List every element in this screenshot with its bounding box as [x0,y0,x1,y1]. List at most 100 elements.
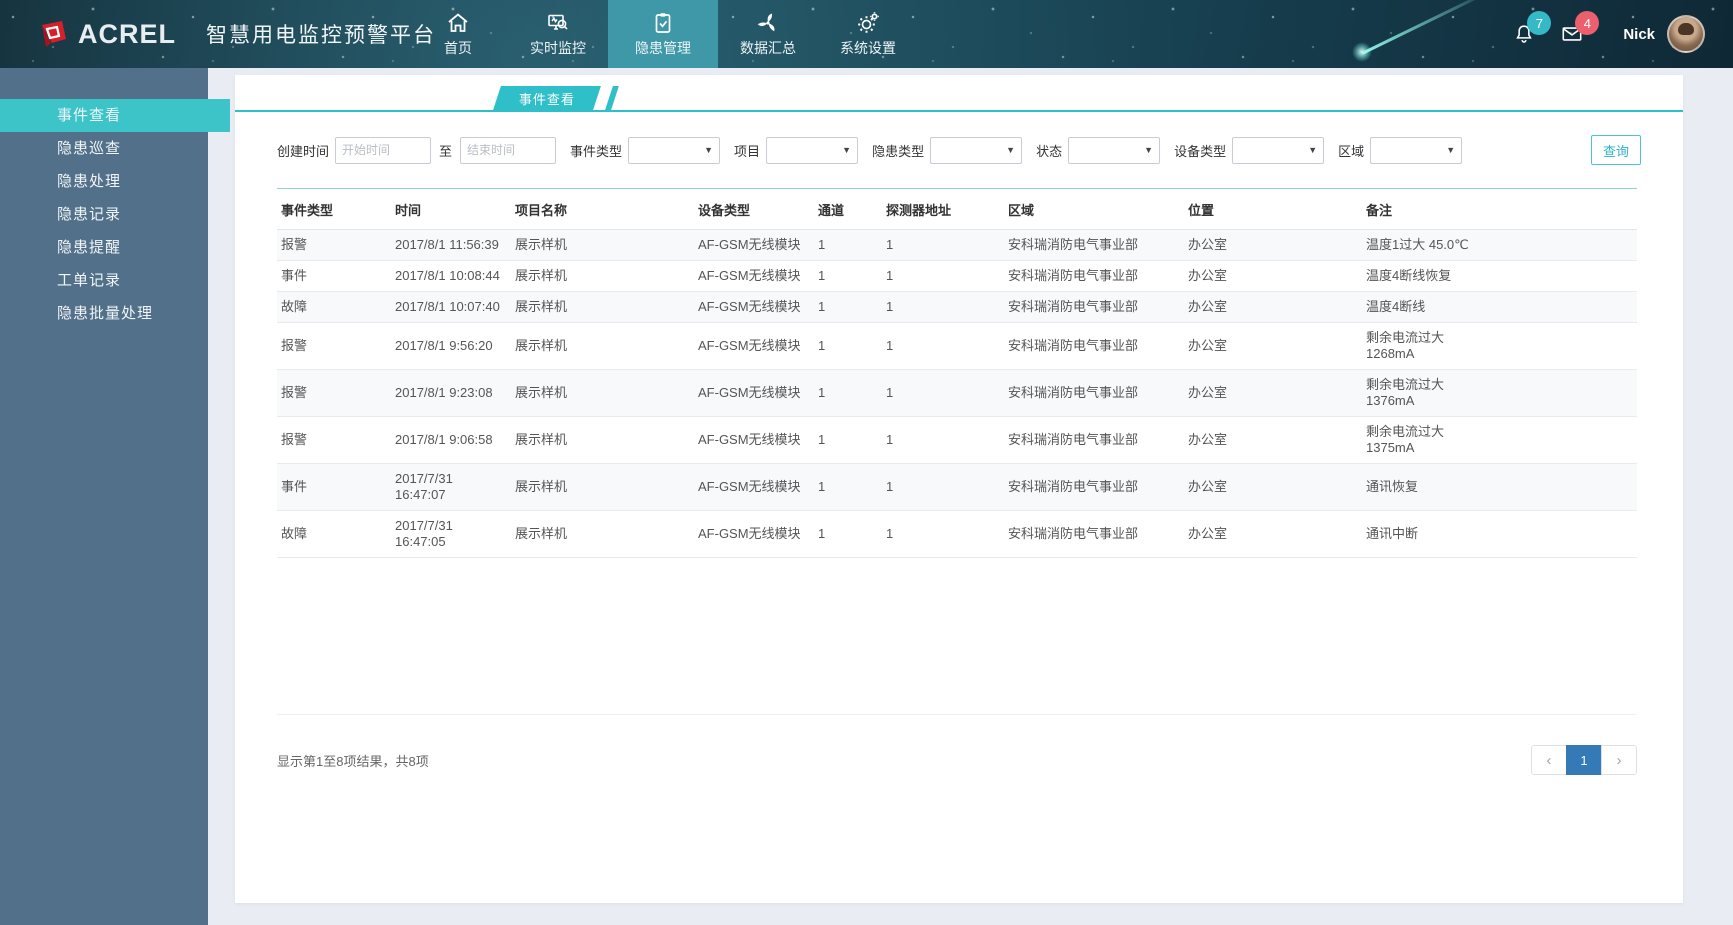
table-cell: 温度4断线恢复 [1362,261,1637,292]
nav-item-system-settings[interactable]: 系统设置 [818,0,918,68]
nav-item-realtime-monitor[interactable]: 实时监控 [508,0,608,68]
table-cell: 1 [882,323,1004,370]
table-cell: 办公室 [1184,323,1362,370]
table-row: 报警2017/8/1 11:56:39展示样机AF-GSM无线模块11安科瑞消防… [277,230,1637,261]
message-count-badge: 4 [1575,11,1599,35]
table-cell: 展示样机 [511,323,694,370]
top-header: ACREL 智慧用电监控预警平台 首页 实时监控 隐患管理 [0,0,1733,68]
table-cell: 办公室 [1184,230,1362,261]
table-cell: 展示样机 [511,230,694,261]
comet-graphic [1361,0,1497,55]
user-name: Nick [1623,26,1655,43]
table-empty-space [235,558,1683,714]
table-cell: 安科瑞消防电气事业部 [1004,230,1184,261]
hazard-type-select[interactable]: ▼ [930,137,1022,164]
brand[interactable]: ACREL 智慧用电监控预警平台 [38,0,436,68]
table-cell: AF-GSM无线模块 [694,261,814,292]
sidebar-item-hazard-inspection[interactable]: 隐患巡查 [0,132,208,165]
table-row: 故障2017/8/1 10:07:40展示样机AF-GSM无线模块11安科瑞消防… [277,292,1637,323]
logo-text: ACREL [78,19,176,50]
table-cell: 安科瑞消防电气事业部 [1004,261,1184,292]
table-cell: 剩余电流过大 1268mA [1362,323,1637,370]
table-cell: 2017/8/1 10:07:40 [391,292,511,323]
table-cell: 通讯恢复 [1362,464,1637,511]
col-location: 位置 [1184,189,1362,230]
nav-item-data-summary[interactable]: 数据汇总 [718,0,818,68]
sidebar-item-event-view[interactable]: 事件查看 [0,99,230,132]
event-type-select[interactable]: ▼ [628,137,720,164]
table-cell: 剩余电流过大 1376mA [1362,370,1637,417]
sidebar-item-hazard-reminder[interactable]: 隐患提醒 [0,231,208,264]
sidebar-item-hazard-handling[interactable]: 隐患处理 [0,165,208,198]
col-detector-address: 探测器地址 [882,189,1004,230]
table-cell: 报警 [277,417,391,464]
device-type-select[interactable]: ▼ [1232,137,1324,164]
table-cell: AF-GSM无线模块 [694,511,814,558]
table-cell: 1 [814,292,882,323]
table-cell: 2017/8/1 9:56:20 [391,323,511,370]
start-time-input[interactable] [335,137,431,164]
messages-button[interactable]: 4 [1561,23,1583,45]
tab-event-view[interactable]: 事件查看 [493,86,601,110]
table-cell: 事件 [277,261,391,292]
sidebar-item-hazard-batch[interactable]: 隐患批量处理 [0,297,208,330]
area-select[interactable]: ▼ [1370,137,1462,164]
gears-icon [856,11,880,35]
table-cell: 报警 [277,370,391,417]
filter-toolbar: 创建时间 至 事件类型 ▼ 项目 ▼ 隐患类型 ▼ 状态 ▼ 设备类型 ▼ 区域… [235,112,1683,188]
table-cell: AF-GSM无线模块 [694,230,814,261]
query-button[interactable]: 查询 [1591,135,1641,165]
col-channel: 通道 [814,189,882,230]
chevron-down-icon: ▼ [1006,145,1015,155]
sidebar: 事件查看 隐患巡查 隐患处理 隐患记录 隐患提醒 工单记录 隐患批量处理 [0,68,208,925]
table-cell: 办公室 [1184,464,1362,511]
table-cell: 1 [814,261,882,292]
end-time-input[interactable] [460,137,556,164]
table-cell: 安科瑞消防电气事业部 [1004,370,1184,417]
next-page-button[interactable]: › [1601,745,1637,775]
table-cell: 故障 [277,511,391,558]
footer-divider [277,714,1637,715]
table-row: 报警2017/8/1 9:06:58展示样机AF-GSM无线模块11安科瑞消防电… [277,417,1637,464]
table-cell: 展示样机 [511,370,694,417]
table-cell: AF-GSM无线模块 [694,323,814,370]
table-cell: AF-GSM无线模块 [694,370,814,417]
notifications-button[interactable]: 7 [1513,23,1535,45]
table-cell: 1 [882,230,1004,261]
sidebar-item-work-orders[interactable]: 工单记录 [0,264,208,297]
project-select[interactable]: ▼ [766,137,858,164]
table-cell: 报警 [277,323,391,370]
sidebar-item-hazard-records[interactable]: 隐患记录 [0,198,208,231]
nav-item-hazard-management[interactable]: 隐患管理 [608,0,718,68]
table-cell: 办公室 [1184,511,1362,558]
nav-label: 首页 [444,38,472,58]
table-cell: 安科瑞消防电气事业部 [1004,323,1184,370]
table-cell: 温度4断线 [1362,292,1637,323]
table-cell: 1 [814,511,882,558]
table-cell: 1 [814,230,882,261]
chevron-down-icon: ▼ [842,145,851,155]
table-cell: 安科瑞消防电气事业部 [1004,464,1184,511]
nav-item-home[interactable]: 首页 [408,0,508,68]
table-cell: 剩余电流过大 1375mA [1362,417,1637,464]
table-row: 报警2017/8/1 9:56:20展示样机AF-GSM无线模块11安科瑞消防电… [277,323,1637,370]
status-select[interactable]: ▼ [1068,137,1160,164]
col-area: 区域 [1004,189,1184,230]
table-cell: 1 [814,464,882,511]
prev-page-button[interactable]: ‹ [1531,745,1567,775]
table-cell: 1 [882,417,1004,464]
tab-bar: 事件查看 [235,75,1683,112]
page-1-button[interactable]: 1 [1566,745,1602,775]
monitor-search-icon [546,11,570,35]
header-right: 7 4 Nick [1513,0,1705,68]
table-cell: 展示样机 [511,261,694,292]
col-project-name: 项目名称 [511,189,694,230]
hazard-type-label: 隐患类型 [872,141,924,160]
table-cell: 1 [814,323,882,370]
table-cell: 1 [882,511,1004,558]
table-cell: 通讯中断 [1362,511,1637,558]
results-summary: 显示第1至8项结果，共8项 [277,751,429,770]
table-cell: 2017/8/1 9:23:08 [391,370,511,417]
user-avatar[interactable] [1667,15,1705,53]
table-cell: 2017/7/31 16:47:05 [391,511,511,558]
